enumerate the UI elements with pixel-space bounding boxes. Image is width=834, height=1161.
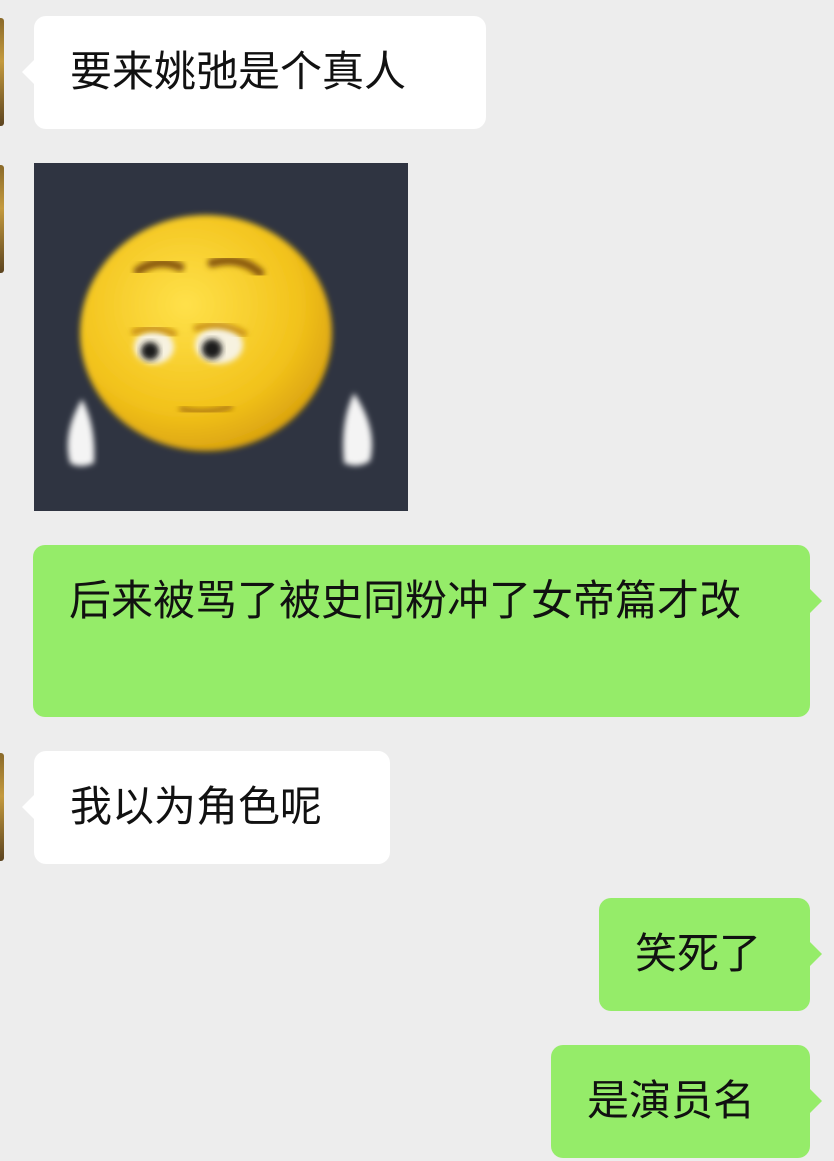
bubble-tail bbox=[22, 60, 34, 84]
incoming-message-bubble[interactable]: 要来姚弛是个真人 bbox=[22, 16, 486, 129]
message-text: 我以为角色呢 bbox=[70, 782, 323, 831]
outgoing-message-bubble[interactable]: 是演员名 bbox=[551, 1045, 822, 1158]
message-text: 是演员名 bbox=[587, 1076, 756, 1125]
bubble-tail bbox=[810, 1089, 822, 1113]
sender-avatar[interactable] bbox=[0, 18, 4, 126]
bubble-tail bbox=[22, 795, 34, 819]
sender-avatar[interactable] bbox=[0, 165, 4, 273]
sad-emoji-sticker[interactable] bbox=[34, 163, 408, 511]
message-text: 笑死了 bbox=[635, 929, 762, 978]
message-text: 要来姚弛是个真人 bbox=[70, 47, 407, 96]
outgoing-message-bubble[interactable]: 后来被骂了被史同粉冲了女帝篇才改 bbox=[33, 545, 822, 717]
incoming-message-bubble[interactable]: 我以为角色呢 bbox=[22, 751, 390, 864]
bubble-tail bbox=[810, 589, 822, 613]
sad-emoji-icon bbox=[67, 215, 372, 466]
bubble-tail bbox=[810, 942, 822, 966]
outgoing-message-bubble[interactable]: 笑死了 bbox=[599, 898, 822, 1011]
message-text: 后来被骂了被史同粉冲了女帝篇才改 bbox=[69, 576, 742, 625]
sender-avatar[interactable] bbox=[0, 753, 4, 861]
